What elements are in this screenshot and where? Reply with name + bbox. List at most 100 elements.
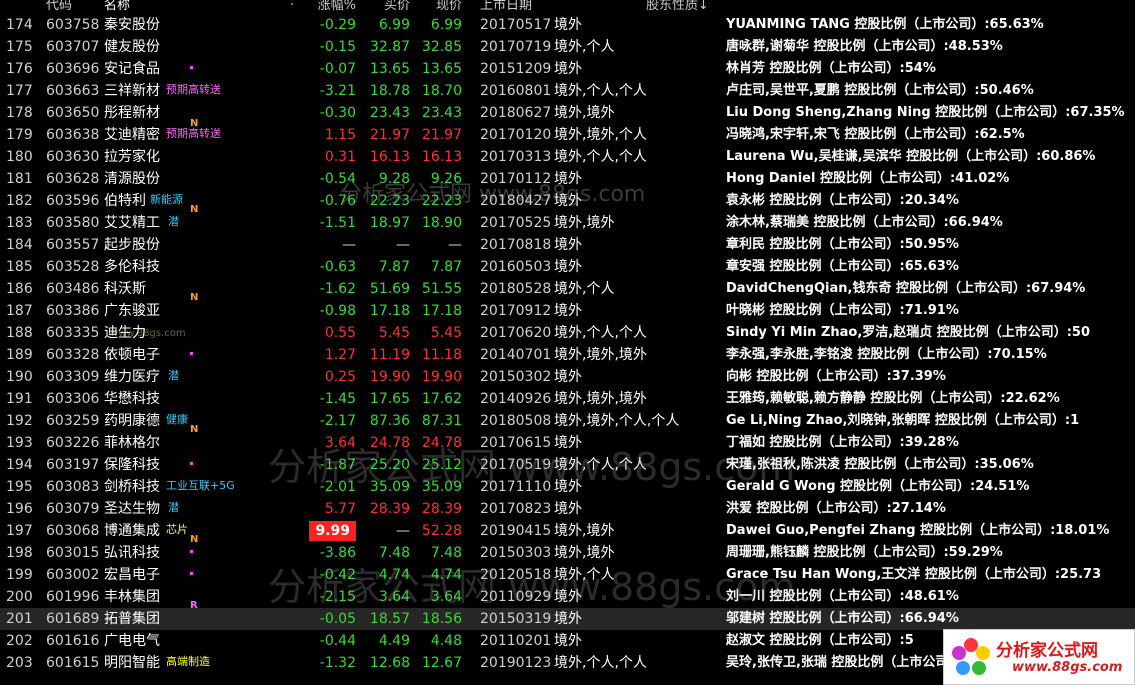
- list-date: 20170525: [480, 215, 552, 231]
- list-date: 20140926: [480, 391, 552, 407]
- holding-info: Dawei Guo,Pengfei Zhang 控股比例（上市公司）:18.01…: [726, 523, 1110, 538]
- marker-dot: [190, 352, 193, 355]
- concept-tag: 高端制造: [166, 655, 210, 668]
- holding-info: Liu Dong Sheng,Zhang Ning 控股比例（上市公司）:67.…: [726, 105, 1125, 120]
- col-header-holder-nature[interactable]: 股东性质↓: [646, 0, 726, 14]
- holding-info: 林肖芳 控股比例（上市公司）:54%: [726, 61, 936, 76]
- holding-info: 卢庄司,吴世平,夏鹏 控股比例（上市公司）:50.46%: [726, 83, 1034, 98]
- list-date: 20170112: [480, 171, 552, 187]
- stock-name: 保隆科技: [104, 457, 160, 473]
- table-row[interactable]: 194 603197 保隆科技 -1.87 25.20 25.12 20170519 境外,个…: [0, 454, 1135, 476]
- holder-nature: 境外: [554, 369, 582, 385]
- table-row[interactable]: 188 603335 迪生力 0.55 5.45 5.45 20170620 境外,个人,个人…: [0, 322, 1135, 344]
- stock-name: 多伦科技: [104, 259, 160, 275]
- list-date: 20160801: [480, 83, 552, 99]
- stock-code: 603758: [46, 17, 100, 33]
- col-header-change[interactable]: 涨幅%: [298, 0, 358, 14]
- holder-nature: 境外: [554, 17, 582, 33]
- table-row[interactable]: 198 603015 弘讯科技 -3.86 7.48 7.48 20150303 境外,境外 周…: [0, 542, 1135, 564]
- table-row[interactable]: 191 603306 华懋科技 -1.45 17.65 17.62 20140926 境外,境…: [0, 388, 1135, 410]
- stock-name: 宏昌电子: [104, 567, 160, 583]
- col-header-dot: ·: [290, 0, 295, 13]
- col-header-bid[interactable]: 买价: [358, 0, 412, 14]
- bid-price: 16.13: [369, 149, 410, 165]
- row-index: 188: [6, 325, 33, 341]
- table-row[interactable]: 193 603226 菲林格尔 3.64 24.78 24.78 20170615 境外 丁福如…: [0, 432, 1135, 454]
- col-header-code[interactable]: 代码: [40, 0, 106, 14]
- current-price: 11.18: [421, 347, 462, 363]
- concept-tag: N: [190, 534, 199, 545]
- row-index: 184: [6, 237, 33, 253]
- stock-code: 603306: [46, 391, 100, 407]
- row-index: 180: [6, 149, 33, 165]
- row-index: 203: [6, 655, 33, 671]
- concept-tag: 潜: [168, 501, 179, 514]
- stock-name: 菲林格尔: [104, 435, 160, 451]
- current-price: 51.55: [421, 281, 462, 297]
- current-price: —: [448, 237, 462, 253]
- holding-info: 章安强 控股比例（上市公司）:65.63%: [726, 259, 959, 274]
- table-row[interactable]: 189 603328 依顿电子 1.27 11.19 11.18 20140701 境外,境外…: [0, 344, 1135, 366]
- stock-name: 迪生力: [104, 325, 146, 341]
- stock-code: 603630: [46, 149, 100, 165]
- stock-code: 603259: [46, 413, 100, 429]
- current-price: 7.87: [430, 259, 462, 275]
- holder-nature: 境外: [554, 589, 582, 605]
- table-row[interactable]: 186 603486 科沃斯 -1.62 51.69 51.55 20180528 境外,个人…: [0, 278, 1135, 300]
- bid-price: 18.78: [369, 83, 410, 99]
- bid-price: 32.87: [369, 39, 410, 55]
- stock-name: 秦安股份: [104, 17, 160, 33]
- concept-tag: 芯片: [166, 523, 188, 536]
- holder-nature: 境外,个人,个人: [554, 83, 647, 99]
- table-row[interactable]: 200 601996 丰林集团 -2.15 3.64 3.64 20110929 境外 刘一川 …: [0, 586, 1135, 608]
- row-index: 201: [6, 611, 33, 627]
- row-index: 195: [6, 479, 33, 495]
- holding-info: Gerald G Wong 控股比例（上市公司）:24.51%: [726, 479, 1030, 494]
- table-row[interactable]: 199 603002 宏昌电子 -0.42 4.74 4.74 20120518 境外,个人 G…: [0, 564, 1135, 586]
- row-index: 187: [6, 303, 33, 319]
- row-index: 193: [6, 435, 33, 451]
- marker-dot: [190, 462, 193, 465]
- bid-price: 17.65: [369, 391, 410, 407]
- row-index: 175: [6, 39, 33, 55]
- holding-info: 宋瑾,张祖秋,陈洪凌 控股比例（上市公司）:35.06%: [726, 457, 1034, 472]
- stock-code: 603083: [46, 479, 100, 495]
- holder-nature: 境外: [554, 303, 582, 319]
- table-row[interactable]: 187 603386 广东骏亚 -0.98 17.18 17.18 20170912 境外 叶晓…: [0, 300, 1135, 322]
- table-row[interactable]: 176 603696 安记食品 -0.07 13.65 13.65 20151209 境外 林肖…: [0, 58, 1135, 80]
- holding-info: Laurena Wu,吴桂谦,吴滨华 控股比例（上市公司）:60.86%: [726, 149, 1096, 164]
- col-header-list-date[interactable]: 上市日期: [476, 0, 556, 14]
- change-percent: -2.15: [319, 589, 356, 605]
- bid-price: 6.99: [378, 17, 410, 33]
- holding-info: 涂木林,蔡瑞美 控股比例（上市公司）:66.94%: [726, 215, 1003, 230]
- stock-name: 健友股份: [104, 39, 160, 55]
- change-percent: -0.05: [319, 611, 356, 627]
- row-index: 200: [6, 589, 33, 605]
- col-header-price[interactable]: 现价: [412, 0, 464, 14]
- change-percent: 1.27: [324, 347, 356, 363]
- row-index: 183: [6, 215, 33, 231]
- current-price: 9.26: [430, 171, 462, 187]
- current-price: 52.28: [421, 523, 462, 539]
- table-row[interactable]: 178 603650 彤程新材 -0.30 23.43 23.43 20180627 境外,境…: [0, 102, 1135, 124]
- table-row[interactable]: 184 603557 起步股份 — — — 20170818 境外 章利民 控股比例（上市公司）…: [0, 234, 1135, 256]
- row-index: 182: [6, 193, 33, 209]
- stock-code: 603002: [46, 567, 100, 583]
- change-percent: 0.25: [324, 369, 356, 385]
- stock-code: 603628: [46, 171, 100, 187]
- table-row[interactable]: 185 603528 多伦科技 -0.63 7.87 7.87 20160503 境外 章安强 …: [0, 256, 1135, 278]
- stock-name: 维力医疗: [104, 369, 160, 385]
- row-index: 176: [6, 61, 33, 77]
- table-row[interactable]: 180 603630 拉芳家化 0.31 16.13 16.13 20170313 境外,个人…: [0, 146, 1135, 168]
- list-date: 20190415: [480, 523, 552, 539]
- table-row[interactable]: 181 603628 清源股份 -0.54 9.28 9.26 20170112 境外 Hong…: [0, 168, 1135, 190]
- table-row[interactable]: 174 603758 秦安股份 -0.29 6.99 6.99 20170517 境外 YUAN…: [0, 14, 1135, 36]
- table-row[interactable]: 201 601689 拓普集团 -0.05 18.57 18.56 20150319 境外 邬建…: [0, 608, 1135, 630]
- current-price: 23.43: [421, 105, 462, 121]
- list-date: 20180528: [480, 281, 552, 297]
- col-header-name[interactable]: 名称: [100, 0, 302, 14]
- holder-nature: 境外,个人: [554, 39, 615, 55]
- current-price: 6.99: [430, 17, 462, 33]
- table-row[interactable]: 175 603707 健友股份 -0.15 32.87 32.85 20170719 境外,个…: [0, 36, 1135, 58]
- row-index: 177: [6, 83, 33, 99]
